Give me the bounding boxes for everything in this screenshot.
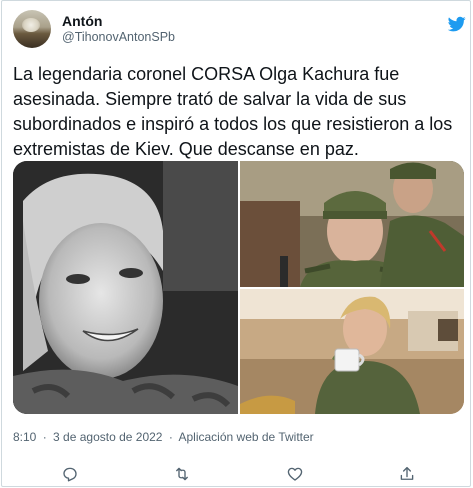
share-icon [400,466,414,480]
retweet-button[interactable] [167,460,197,488]
tweet-meta: 8:10 · 3 de agosto de 2022 · Aplicación … [13,430,314,444]
tweet-text: La legendaria coronel CORSA Olga Kachura… [13,64,453,159]
like-button[interactable] [280,460,310,488]
photo-soldiers[interactable] [240,161,464,287]
tweet-time[interactable]: 8:10 [13,430,36,444]
photo-cup[interactable] [240,289,464,414]
media-grid[interactable] [13,161,464,414]
tweet-date[interactable]: 3 de agosto de 2022 [53,430,162,444]
share-button[interactable] [392,460,422,488]
author-name[interactable]: Antón [62,13,102,29]
meta-separator: · [42,430,47,444]
tweet-source[interactable]: Aplicación web de Twitter [179,430,314,444]
retweet-icon [176,467,188,481]
reply-button[interactable] [55,460,85,488]
portrait-illustration [13,161,238,414]
soldiers-illustration [240,161,464,287]
twitter-logo-icon[interactable] [448,15,466,33]
avatar[interactable] [13,10,51,48]
author-handle[interactable]: @TihonovAntonSPb [62,30,175,44]
reply-icon [63,467,77,482]
photo-portrait[interactable] [13,161,238,414]
cup-illustration [240,289,464,414]
heart-icon [287,467,303,481]
meta-separator: · [168,430,173,444]
tweet-card: Antón @TihonovAntonSPb La legendaria cor… [1,0,471,487]
tweet-actions [2,460,472,488]
